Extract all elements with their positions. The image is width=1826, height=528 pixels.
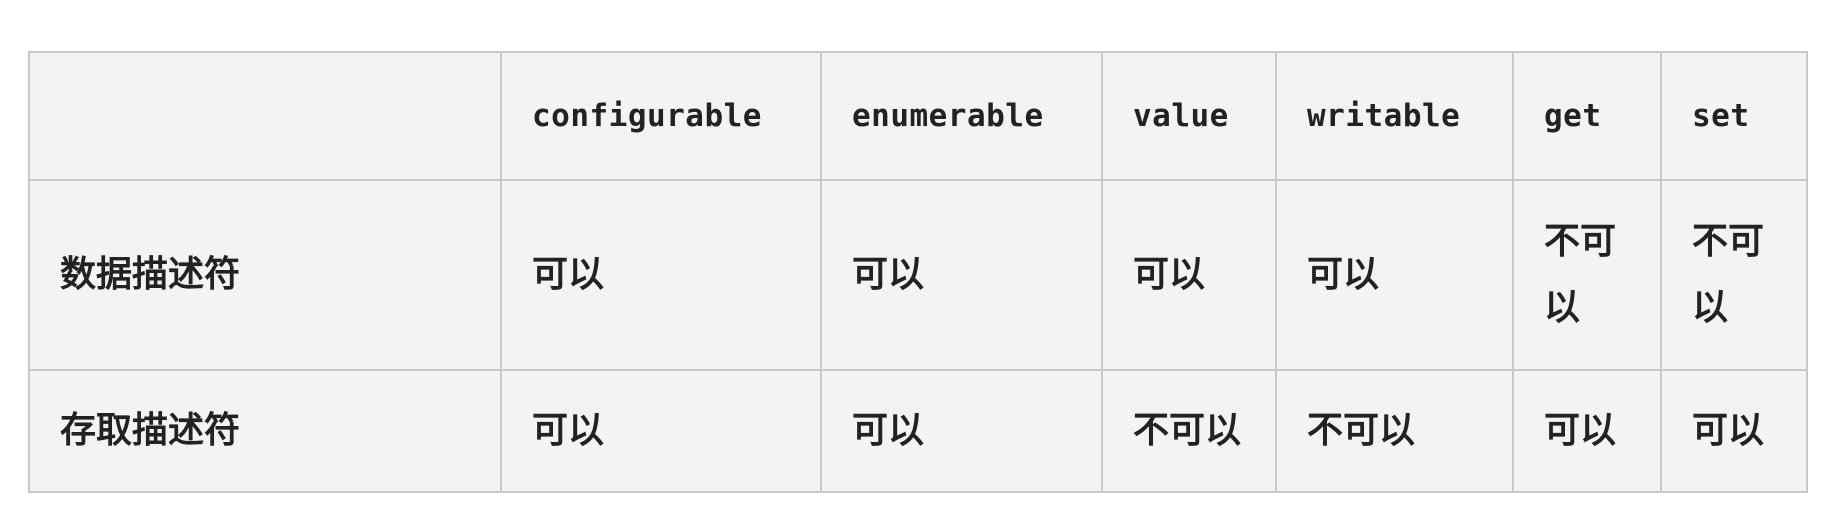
cell-accessor-value: 不可以 xyxy=(1101,369,1277,493)
cell-data-get: 不可以 xyxy=(1512,179,1662,371)
cell-data-configurable: 可以 xyxy=(500,179,822,371)
cell-accessor-get: 可以 xyxy=(1512,369,1662,493)
table-row-accessor-descriptor: 存取描述符 可以 可以 不可以 不可以 可以 可以 xyxy=(28,369,1808,493)
cell-accessor-set: 可以 xyxy=(1660,369,1808,493)
table-row-data-descriptor: 数据描述符 可以 可以 可以 可以 不可以 不可以 xyxy=(28,179,1808,371)
cell-data-value: 可以 xyxy=(1101,179,1277,371)
cell-data-writable: 可以 xyxy=(1275,179,1514,371)
cell-data-enumerable: 可以 xyxy=(820,179,1103,371)
row-label-accessor-descriptor: 存取描述符 xyxy=(28,369,502,493)
cell-accessor-enumerable: 可以 xyxy=(820,369,1103,493)
header-value: value xyxy=(1101,51,1277,181)
header-set: set xyxy=(1660,51,1808,181)
descriptor-comparison-table: configurable enumerable value writable g… xyxy=(28,51,1808,493)
header-row: configurable enumerable value writable g… xyxy=(28,51,1808,181)
header-configurable: configurable xyxy=(500,51,822,181)
cell-data-set: 不可以 xyxy=(1660,179,1808,371)
header-corner-cell xyxy=(28,51,502,181)
row-label-data-descriptor: 数据描述符 xyxy=(28,179,502,371)
cell-accessor-writable: 不可以 xyxy=(1275,369,1514,493)
cell-accessor-configurable: 可以 xyxy=(500,369,822,493)
descriptor-table-container: configurable enumerable value writable g… xyxy=(28,51,1808,493)
header-enumerable: enumerable xyxy=(820,51,1103,181)
header-get: get xyxy=(1512,51,1662,181)
header-writable: writable xyxy=(1275,51,1514,181)
